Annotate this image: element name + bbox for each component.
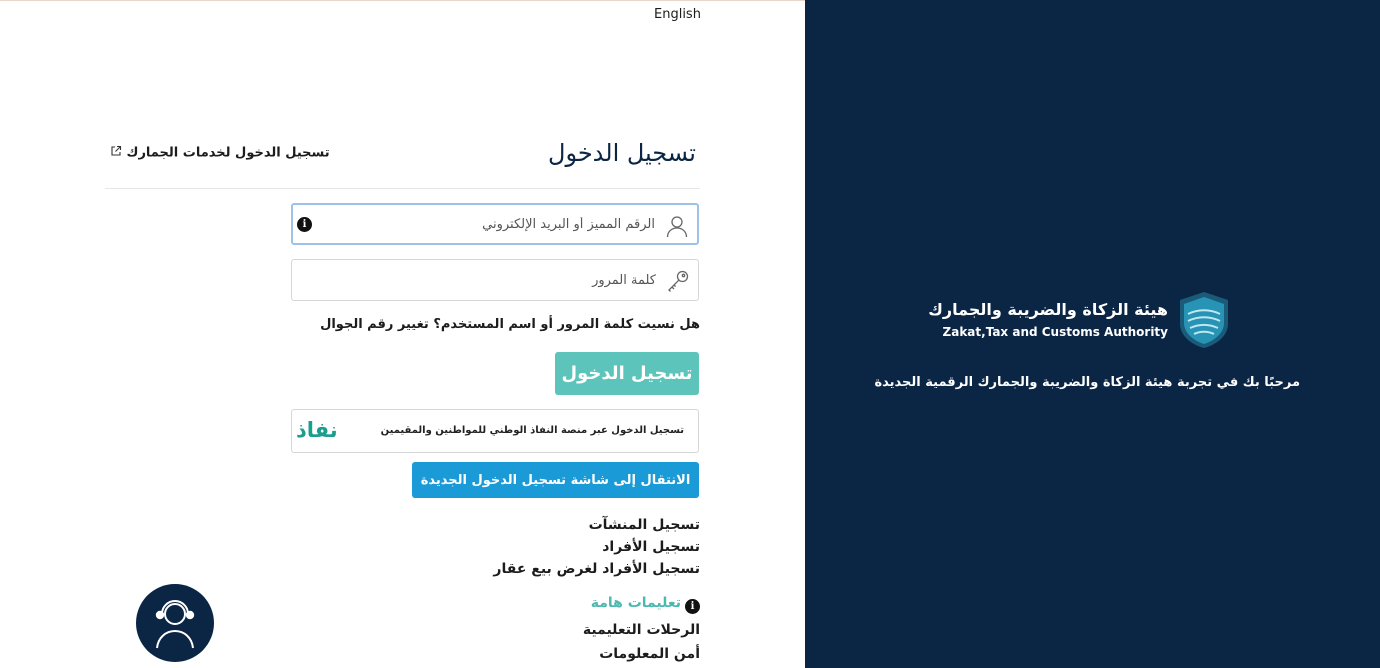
register-individuals-link[interactable]: تسجيل الأفراد (450, 536, 700, 558)
info-icon[interactable]: i (297, 217, 312, 232)
support-agent-icon[interactable] (136, 584, 214, 662)
nafath-login-option[interactable]: تسجيل الدخول عبر منصة النفاذ الوطني للمو… (291, 409, 699, 453)
zatca-logo-icon (1178, 290, 1230, 354)
password-field[interactable] (291, 259, 699, 301)
account-help-links: هل نسيت كلمة المرور أو اسم المستخدم؟ تغي… (290, 317, 700, 332)
brand-name-english: Zakat,Tax and Customs Authority (942, 325, 1168, 339)
customs-login-link[interactable]: تسجيل الدخول لخدمات الجمارك (106, 145, 330, 161)
register-establishments-link[interactable]: تسجيل المنشآت (450, 514, 700, 536)
info-icon: i (685, 599, 700, 614)
info-links: الرحلات التعليمية أمن المعلومات (450, 618, 700, 666)
brand-block: هيئة الزكاة والضريبة والجمارك Zakat,Tax … (928, 290, 1230, 354)
header-divider (105, 188, 700, 189)
welcome-message: مرحبًا بك في تجربة هيئة الزكاة والضريبة … (874, 375, 1300, 390)
customs-login-label: تسجيل الدخول لخدمات الجمارك (126, 145, 330, 161)
language-switch-link[interactable]: English (654, 7, 701, 22)
important-instructions-link[interactable]: i تعليمات هامة (450, 595, 700, 614)
login-button[interactable]: تسجيل الدخول (555, 352, 699, 395)
user-icon (665, 214, 689, 242)
information-security-link[interactable]: أمن المعلومات (450, 642, 700, 666)
nafath-logo: نفاذ (296, 418, 338, 442)
change-mobile-link[interactable]: تغيير رقم الجوال (320, 317, 429, 332)
new-login-screen-button[interactable]: الانتقال إلى شاشة تسجيل الدخول الجديدة (412, 462, 699, 498)
external-link-icon (110, 145, 122, 161)
login-pane: English تسجيل الدخول تسجيل الدخول لخدمات… (0, 0, 805, 668)
username-input[interactable] (323, 205, 655, 243)
nafath-login-text: تسجيل الدخول عبر منصة النفاذ الوطني للمو… (380, 425, 684, 436)
register-individuals-real-estate-link[interactable]: تسجيل الأفراد لغرض بيع عقار (450, 558, 700, 580)
registration-links: تسجيل المنشآت تسجيل الأفراد تسجيل الأفرا… (450, 514, 700, 580)
educational-journeys-link[interactable]: الرحلات التعليمية (450, 618, 700, 642)
brand-name-arabic: هيئة الزكاة والضريبة والجمارك (928, 300, 1168, 319)
important-instructions-label: تعليمات هامة (590, 595, 681, 611)
key-icon (666, 269, 690, 297)
page-title: تسجيل الدخول (548, 139, 696, 167)
username-field[interactable]: i (291, 203, 699, 245)
forgot-credentials-link[interactable]: هل نسيت كلمة المرور أو اسم المستخدم؟ (433, 317, 700, 332)
password-input[interactable] (322, 260, 656, 300)
